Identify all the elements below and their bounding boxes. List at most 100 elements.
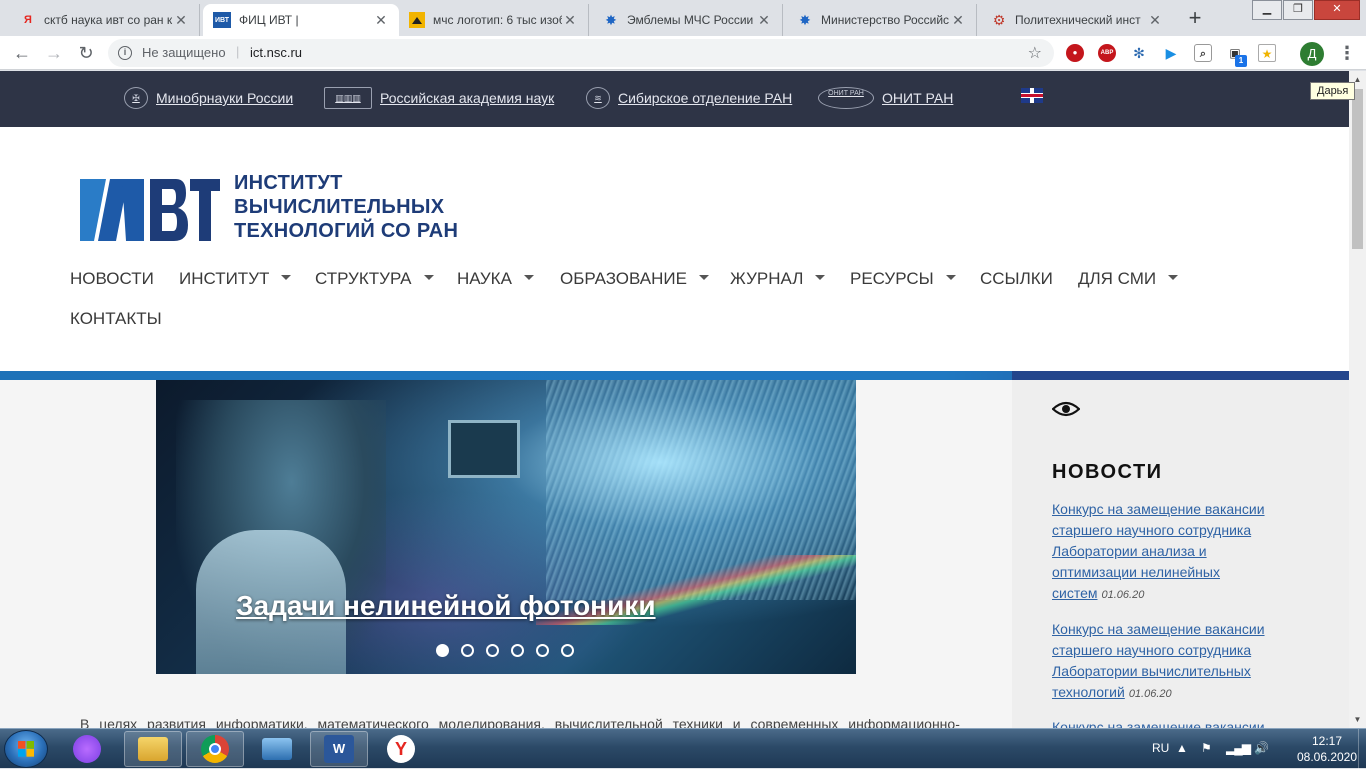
slider-dot-6[interactable] (561, 644, 574, 657)
network-signal-icon[interactable]: ▂▄▆ (1226, 741, 1251, 755)
clock-date: 08.06.2020 (1296, 750, 1358, 764)
browser-tabstrip: Я сктб наука ивт со ран к ✕ ИВТ ФИЦ ИВТ … (0, 0, 1366, 36)
close-tab-icon[interactable]: ✕ (173, 12, 189, 29)
site-header: ИНСТИТУТ ВЫЧИСЛИТЕЛЬНЫХ ТЕХНОЛОГИЙ СО РА… (0, 127, 1349, 371)
nav-item-contacts[interactable]: КОНТАКТЫ (70, 309, 162, 329)
sb-ras-icon: ≋ (586, 87, 610, 109)
ublock-icon[interactable]: ● (1066, 44, 1084, 62)
browser-toolbar: ← → ↻ i Не защищено | ict.nsc.ru ☆ ● ABP… (0, 36, 1366, 70)
tab-ministry[interactable]: ✸ Министерство Российс ✕ (787, 4, 977, 36)
network-app-icon[interactable] (248, 731, 306, 767)
profile-tooltip: Дарья (1310, 82, 1356, 100)
address-bar[interactable]: i Не защищено | ict.nsc.ru ☆ (108, 39, 1054, 67)
news-item-1: Конкурс на замещение вакансии старшего н… (1052, 499, 1282, 606)
topbar-link-onit[interactable]: ОНИТ РАН ОНИТ РАН (818, 87, 953, 109)
slider-dot-5[interactable] (536, 644, 549, 657)
chrome-logo-icon (201, 735, 229, 763)
nav-item-media[interactable]: ДЛЯ СМИ (1078, 269, 1179, 289)
file-explorer-icon[interactable] (124, 731, 182, 767)
nav-item-news[interactable]: НОВОСТИ (70, 269, 154, 289)
tab-mchs-logo-search[interactable]: мчс логотип: 6 тыс изоб ✕ (399, 4, 589, 36)
alice-icon[interactable] (58, 731, 116, 767)
chrome-icon[interactable] (186, 731, 244, 767)
scroll-down-arrow-icon[interactable]: ▼ (1349, 711, 1366, 728)
nav-item-education[interactable]: ОБРАЗОВАНИЕ (560, 269, 709, 289)
minimize-button[interactable]: ▁ (1252, 0, 1282, 20)
slider-dot-4[interactable] (511, 644, 524, 657)
eye-icon[interactable] (1052, 401, 1080, 417)
slider-dot-1[interactable] (436, 644, 449, 657)
show-hidden-icons-icon[interactable]: ▲ (1176, 741, 1188, 755)
close-tab-icon[interactable]: ✕ (1147, 12, 1163, 29)
topbar-link-label: Российская академия наук (380, 90, 555, 106)
nav-item-links[interactable]: ССЫЛКИ (980, 269, 1053, 289)
emblem-icon: ✸ (799, 11, 811, 28)
close-tab-icon[interactable]: ✕ (756, 12, 772, 29)
profile-avatar[interactable]: Д (1300, 42, 1324, 66)
tab-mchs-emblems[interactable]: ✸ Эмблемы МЧС России ✕ (593, 4, 783, 36)
news-link[interactable]: Конкурс на замещение вакансии (1052, 719, 1265, 728)
close-window-button[interactable]: ✕ (1314, 0, 1360, 20)
news-item-3: Конкурс на замещение вакансии (1052, 717, 1282, 728)
forward-button[interactable]: → (42, 41, 66, 65)
close-tab-icon[interactable]: ✕ (373, 12, 389, 29)
hero-slider[interactable]: Задачи нелинейной фотоники (156, 380, 856, 674)
close-tab-icon[interactable]: ✕ (950, 12, 966, 29)
url-text[interactable]: ict.nsc.ru (250, 45, 302, 60)
play-icon[interactable]: ▶ (1162, 44, 1180, 62)
action-center-icon[interactable]: ⚑ (1201, 741, 1212, 755)
ivt-logo-mark[interactable] (80, 179, 220, 241)
slider-dot-2[interactable] (461, 644, 474, 657)
tab-title: ФИЦ ИВТ | (239, 13, 299, 27)
reload-button[interactable]: ↻ (74, 41, 98, 65)
slider-dot-3[interactable] (486, 644, 499, 657)
word-icon[interactable]: W (310, 731, 368, 767)
page-scrollbar[interactable]: ▲ ▼ (1349, 71, 1366, 728)
clock-time: 12:17 (1311, 734, 1343, 748)
topbar-link-minobrnauki[interactable]: ✠ Минобрнауки России (124, 87, 293, 109)
news-link[interactable]: Конкурс на замещение вакансии старшего н… (1052, 501, 1265, 601)
topbar-link-label: ОНИТ РАН (882, 90, 954, 106)
tab-polytechnic[interactable]: ⚙ Политехнический инст ✕ (981, 4, 1173, 36)
topbar-link-ras[interactable]: ▥▥▥ Российская академия наук (324, 87, 554, 109)
nav-item-science[interactable]: НАУКА (457, 269, 534, 289)
topbar-link-label: Минобрнауки России (156, 90, 294, 106)
nav-item-journal[interactable]: ЖУРНАЛ (730, 269, 826, 289)
close-tab-icon[interactable]: ✕ (562, 12, 578, 29)
shield-icon[interactable]: ✻ (1130, 44, 1148, 62)
tab-title: сктб наука ивт со ран к (44, 13, 173, 27)
nav-item-resources[interactable]: РЕСУРСЫ (850, 269, 956, 289)
nav-item-structure[interactable]: СТРУКТУРА (315, 269, 434, 289)
show-desktop-button[interactable] (1358, 729, 1366, 769)
badge-icon[interactable]: ★ (1258, 44, 1276, 62)
logo-line: ТЕХНОЛОГИЙ СО РАН (234, 220, 459, 242)
scroll-thumb[interactable] (1352, 89, 1363, 249)
browser-menu-icon[interactable]: ⋮ (1338, 42, 1356, 66)
tab-yandex-search[interactable]: Я сктб наука ивт со ран к ✕ (10, 4, 200, 36)
logo-text[interactable]: ИНСТИТУТ ВЫЧИСЛИТЕЛЬНЫХ ТЕХНОЛОГИЙ СО РА… (234, 171, 458, 243)
input-language-indicator[interactable]: RU (1152, 741, 1169, 755)
window-controls: ▁ ❐ ✕ (1251, 0, 1360, 20)
new-tab-button[interactable]: + (1181, 5, 1209, 33)
onit-logo-icon: ОНИТ РАН (818, 87, 874, 109)
slide-caption-link[interactable]: Задачи нелинейной фотоники (236, 590, 656, 622)
back-button[interactable]: ← (10, 41, 34, 65)
yandex-browser-icon[interactable]: Y (372, 731, 430, 767)
chevron-down-icon (523, 275, 534, 280)
nav-item-institute[interactable]: ИНСТИТУТ (179, 269, 292, 289)
uk-flag-icon[interactable] (1021, 88, 1043, 103)
tab-fic-ivt[interactable]: ИВТ ФИЦ ИВТ | ✕ (203, 4, 399, 36)
word-logo-icon: W (324, 735, 354, 763)
info-icon[interactable]: i (118, 46, 132, 60)
topbar-link-sb-ras[interactable]: ≋ Сибирское отделение РАН (586, 87, 792, 109)
search-icon[interactable]: ⌕ (1194, 44, 1212, 62)
bookmark-star-icon[interactable]: ☆ (1028, 43, 1042, 63)
web-page: ✠ Минобрнауки России ▥▥▥ Российская акад… (0, 71, 1349, 728)
start-button[interactable] (4, 730, 48, 768)
volume-icon[interactable]: 🔊 (1254, 741, 1269, 755)
system-clock[interactable]: 12:17 08.06.2020 (1296, 733, 1358, 765)
maximize-button[interactable]: ❐ (1283, 0, 1313, 20)
adblock-icon[interactable]: ABP (1098, 44, 1116, 62)
alice-assistant-icon (73, 735, 101, 763)
news-item-2: Конкурс на замещение вакансии старшего н… (1052, 619, 1282, 705)
